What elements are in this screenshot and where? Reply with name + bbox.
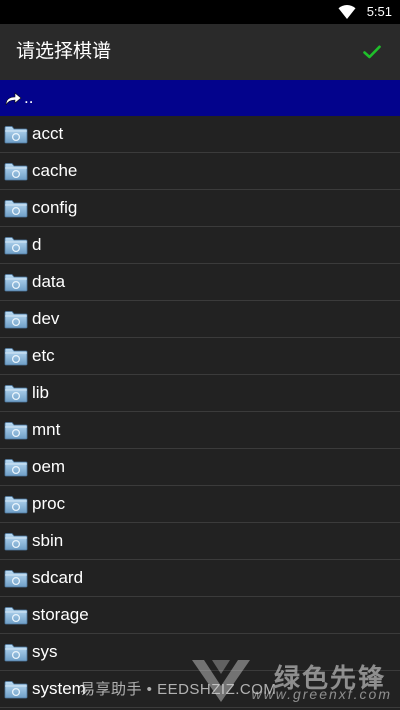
folder-label: oem <box>32 457 66 476</box>
folder-item[interactable]: lib <box>0 375 400 412</box>
app-bar: 请选择棋谱 <box>0 24 400 80</box>
folder-icon <box>4 274 28 292</box>
page-title: 请选择棋谱 <box>16 41 112 62</box>
folder-item[interactable]: system <box>0 671 400 708</box>
folder-label: storage <box>32 605 89 624</box>
folder-item[interactable]: etc <box>0 338 400 375</box>
folder-icon <box>4 607 28 625</box>
folder-item[interactable]: mnt <box>0 412 400 449</box>
folder-item[interactable]: proc <box>0 486 400 523</box>
folder-icon <box>4 459 28 477</box>
confirm-button[interactable] <box>352 32 392 72</box>
folder-label: sdcard <box>32 568 84 587</box>
folder-icon <box>4 644 28 662</box>
folder-icon <box>4 533 28 551</box>
folder-icon <box>4 163 28 181</box>
folder-label: data <box>32 272 66 291</box>
folder-icon <box>4 681 28 699</box>
folder-icon <box>4 496 28 514</box>
folder-item[interactable]: sdcard <box>0 560 400 597</box>
folder-label: mnt <box>32 420 61 439</box>
folder-item[interactable]: sys <box>0 634 400 671</box>
folder-icon <box>4 126 28 144</box>
folder-label: config <box>32 198 78 217</box>
folder-item[interactable]: oem <box>0 449 400 486</box>
status-bar: 5:51 <box>0 0 400 24</box>
folder-item[interactable]: dev <box>0 301 400 338</box>
parent-directory-item[interactable]: .. <box>0 80 400 116</box>
checkmark-icon <box>363 45 381 59</box>
folder-label: lib <box>32 383 50 402</box>
folder-label: sys <box>32 642 58 661</box>
folder-item[interactable]: d <box>0 227 400 264</box>
folder-icon <box>4 570 28 588</box>
wifi-icon <box>338 5 356 19</box>
folder-label: etc <box>32 346 55 365</box>
folder-item[interactable]: acct <box>0 116 400 153</box>
folder-label: d <box>32 235 42 254</box>
folder-label: cache <box>32 161 78 180</box>
folder-item[interactable]: sbin <box>0 523 400 560</box>
folder-label: system <box>32 679 86 698</box>
folder-label: proc <box>32 494 66 513</box>
folder-label: sbin <box>32 531 64 550</box>
folder-icon <box>4 422 28 440</box>
folder-item[interactable]: cache <box>0 153 400 190</box>
folder-label: dev <box>32 309 60 328</box>
folder-icon <box>4 385 28 403</box>
file-list[interactable]: .. acct cache config d data dev etc lib mnt oem pr… <box>0 80 400 710</box>
folder-icon <box>4 200 28 218</box>
status-time: 5:51 <box>366 4 392 19</box>
folder-item[interactable]: config <box>0 190 400 227</box>
folder-item[interactable]: storage <box>0 597 400 634</box>
folder-icon <box>4 348 28 366</box>
parent-directory-label: .. <box>24 87 34 107</box>
folder-icon <box>4 311 28 329</box>
parent-directory-icon <box>5 91 22 105</box>
folder-label: acct <box>32 124 64 143</box>
folder-icon <box>4 237 28 255</box>
folder-item[interactable]: data <box>0 264 400 301</box>
